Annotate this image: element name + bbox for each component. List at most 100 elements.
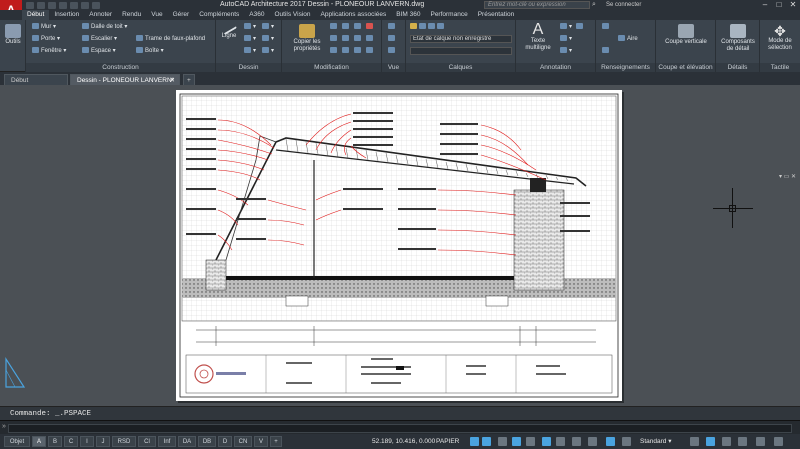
layout-tab-j[interactable]: J	[96, 436, 110, 447]
layout-tab-c[interactable]: C	[64, 436, 78, 447]
texte-multiligne-button[interactable]: A Texte multiligne	[520, 22, 556, 52]
coupe-panel-label[interactable]: Coupe et élévation	[656, 63, 715, 72]
offset-button[interactable]	[366, 47, 375, 55]
rectangle-button[interactable]: ▾	[244, 47, 256, 55]
copier-proprietes-button[interactable]: Copier les propriétés	[288, 24, 326, 53]
save-as-icon[interactable]	[59, 1, 67, 9]
mirror-button[interactable]	[342, 35, 351, 43]
maximize-button[interactable]: □	[772, 0, 786, 10]
details-panel-label[interactable]: Détails	[716, 63, 759, 72]
layer-freeze-icon[interactable]	[437, 23, 444, 30]
command-input[interactable]	[8, 424, 792, 433]
layout-tab-v[interactable]: V	[254, 436, 268, 447]
tag-button[interactable]: ▾	[560, 47, 572, 55]
leader-button[interactable]	[576, 23, 585, 31]
doc-tab-debut[interactable]: Début	[4, 74, 68, 85]
vue-button-1[interactable]	[388, 23, 397, 31]
hardware-acceleration-icon[interactable]	[722, 437, 731, 446]
scale-button[interactable]	[342, 47, 351, 55]
search-input[interactable]: Entrez mot-clé ou expression	[484, 1, 590, 9]
layer-properties-icon[interactable]	[410, 23, 417, 30]
add-layout-button[interactable]: +	[270, 436, 282, 447]
calques-panel-label[interactable]: Calques	[406, 63, 515, 72]
circle-button[interactable]: ▾	[262, 23, 274, 31]
vue-button-3[interactable]	[388, 47, 397, 55]
lineweight-icon[interactable]	[556, 437, 565, 446]
annotation-scale-dropdown[interactable]: Standard ▾	[640, 436, 671, 447]
tab-gerer[interactable]: Gérer	[168, 10, 195, 20]
mur-button[interactable]: Mur ▾	[32, 23, 56, 31]
layout-tab-da[interactable]: DA	[178, 436, 196, 447]
clean-screen-icon[interactable]	[738, 437, 747, 446]
fillet-button[interactable]	[354, 35, 363, 43]
layout-tab-cn[interactable]: CN	[234, 436, 252, 447]
save-icon[interactable]	[48, 1, 56, 9]
renseignements-panel-label[interactable]: Renseignements	[596, 63, 655, 72]
paper-sheet[interactable]	[176, 90, 622, 401]
layout-tab-inf[interactable]: Inf	[158, 436, 176, 447]
ortho-icon[interactable]	[498, 437, 507, 446]
gear-icon[interactable]	[606, 437, 615, 446]
plot-icon[interactable]	[70, 1, 78, 9]
trame-faux-plafond-button[interactable]: Trame de faux-plafond	[136, 35, 205, 43]
tactile-panel-label[interactable]: Tactile	[760, 63, 800, 72]
tab-presentation[interactable]: Présentation	[473, 10, 520, 20]
aire-button[interactable]: Aire	[618, 35, 638, 43]
layer-off-icon[interactable]	[419, 23, 426, 30]
explode-button[interactable]	[366, 35, 375, 43]
signin-button[interactable]: Se connecter	[606, 0, 641, 10]
spline-button[interactable]: ▾	[262, 47, 274, 55]
escalier-button[interactable]: Escalier ▾	[82, 35, 117, 43]
tab-annoter[interactable]: Annoter	[84, 10, 117, 20]
minimize-button[interactable]: –	[758, 0, 772, 10]
viewport-controls[interactable]: ▾ ▭ ✕	[779, 173, 796, 180]
fenetre-button[interactable]: Fenêtre ▾	[32, 47, 66, 55]
close-button[interactable]: ✕	[786, 0, 800, 10]
osnap-icon[interactable]	[526, 437, 535, 446]
layout-tab-objet[interactable]: Objet	[4, 436, 30, 447]
coordinates-readout[interactable]: 52.189, 10.416, 0.000	[372, 436, 435, 447]
layout-tab-cl[interactable]: Cl	[138, 436, 156, 447]
tab-rendu[interactable]: Rendu	[117, 10, 146, 20]
polyline-button[interactable]: ▾	[244, 35, 256, 43]
erase-button[interactable]	[366, 23, 375, 31]
search-icon[interactable]: ⌕	[592, 1, 600, 9]
construction-panel-label[interactable]: Construction	[26, 63, 215, 72]
drawing-canvas[interactable]: ▾ ▭ ✕	[0, 85, 800, 406]
current-layer-dropdown[interactable]	[410, 47, 512, 55]
trim-button[interactable]	[354, 23, 363, 31]
transparency-icon[interactable]	[572, 437, 581, 446]
tab-vue[interactable]: Vue	[146, 10, 167, 20]
redo-icon[interactable]	[92, 1, 100, 9]
composants-detail-button[interactable]: Composants de détail	[718, 24, 758, 53]
dalle-toit-button[interactable]: Dalle de toit ▾	[82, 23, 127, 31]
layout-tab-b[interactable]: B	[48, 436, 62, 447]
porte-button[interactable]: Porte ▾	[32, 35, 60, 43]
otrack-icon[interactable]	[542, 437, 551, 446]
grid-icon[interactable]	[470, 437, 479, 446]
menu-icon[interactable]	[774, 437, 783, 446]
dimension-button[interactable]: ▾	[560, 23, 572, 31]
snap-icon[interactable]	[482, 437, 491, 446]
customization-icon[interactable]	[756, 437, 765, 446]
mode-selection-button[interactable]: ✥ Mode de sélection	[762, 24, 798, 52]
new-tab-button[interactable]: +	[183, 74, 195, 85]
info-button-2[interactable]	[602, 47, 611, 55]
vue-panel-label[interactable]: Vue	[382, 63, 405, 72]
open-icon[interactable]	[37, 1, 45, 9]
polar-icon[interactable]	[512, 437, 521, 446]
rotate-button[interactable]	[342, 23, 351, 31]
boite-button[interactable]: Boîte ▾	[136, 47, 164, 55]
layout-tab-a[interactable]: A	[32, 436, 46, 447]
table-button[interactable]: ▾	[560, 35, 572, 43]
layer-isolate-icon[interactable]	[428, 23, 435, 30]
tab-a360[interactable]: A360	[244, 10, 269, 20]
info-button-1[interactable]	[602, 23, 611, 31]
layer-state-dropdown[interactable]: Etat de calque non enregistré	[410, 35, 512, 43]
layout-tab-rsd[interactable]: RSD	[112, 436, 136, 447]
annotation-panel-label[interactable]: Annotation	[516, 63, 595, 72]
tab-bim360[interactable]: BIM 360	[391, 10, 425, 20]
modification-panel-label[interactable]: Modification	[282, 63, 381, 72]
espace-button[interactable]: Espace ▾	[82, 47, 116, 55]
selection-cycling-icon[interactable]	[588, 437, 597, 446]
